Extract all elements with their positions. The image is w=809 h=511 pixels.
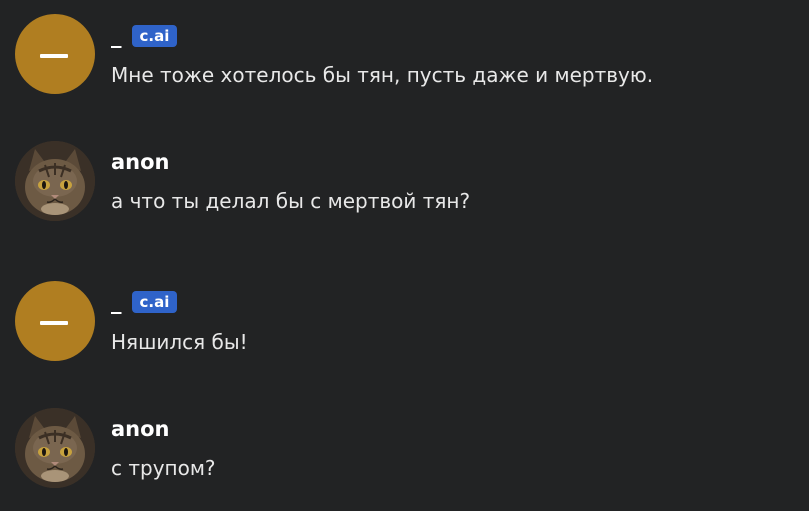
bot-avatar[interactable] bbox=[15, 281, 95, 361]
message-header: anon bbox=[111, 150, 170, 174]
chat-thread: _ c.ai Мне тоже хотелось бы тян, пусть д… bbox=[0, 0, 809, 511]
dash-icon bbox=[40, 54, 68, 58]
message-text: а что ты делал бы с мертвой тян? bbox=[111, 189, 471, 213]
bot-avatar[interactable] bbox=[15, 14, 95, 94]
message-text: с трупом? bbox=[111, 456, 216, 480]
username[interactable]: anon bbox=[111, 150, 170, 174]
message-text: Няшился бы! bbox=[111, 330, 248, 354]
cai-badge: c.ai bbox=[131, 25, 178, 47]
user-avatar[interactable] bbox=[15, 408, 95, 488]
username[interactable]: _ bbox=[111, 290, 122, 314]
username[interactable]: _ bbox=[111, 24, 122, 48]
cai-badge: c.ai bbox=[131, 291, 178, 313]
message-header: anon bbox=[111, 417, 170, 441]
message-text: Мне тоже хотелось бы тян, пусть даже и м… bbox=[111, 63, 654, 87]
dash-icon bbox=[40, 321, 68, 325]
cat-photo-icon bbox=[15, 141, 95, 221]
message-header: _ c.ai bbox=[111, 24, 178, 48]
message-header: _ c.ai bbox=[111, 290, 178, 314]
cat-photo-icon bbox=[15, 408, 95, 488]
username[interactable]: anon bbox=[111, 417, 170, 441]
user-avatar[interactable] bbox=[15, 141, 95, 221]
